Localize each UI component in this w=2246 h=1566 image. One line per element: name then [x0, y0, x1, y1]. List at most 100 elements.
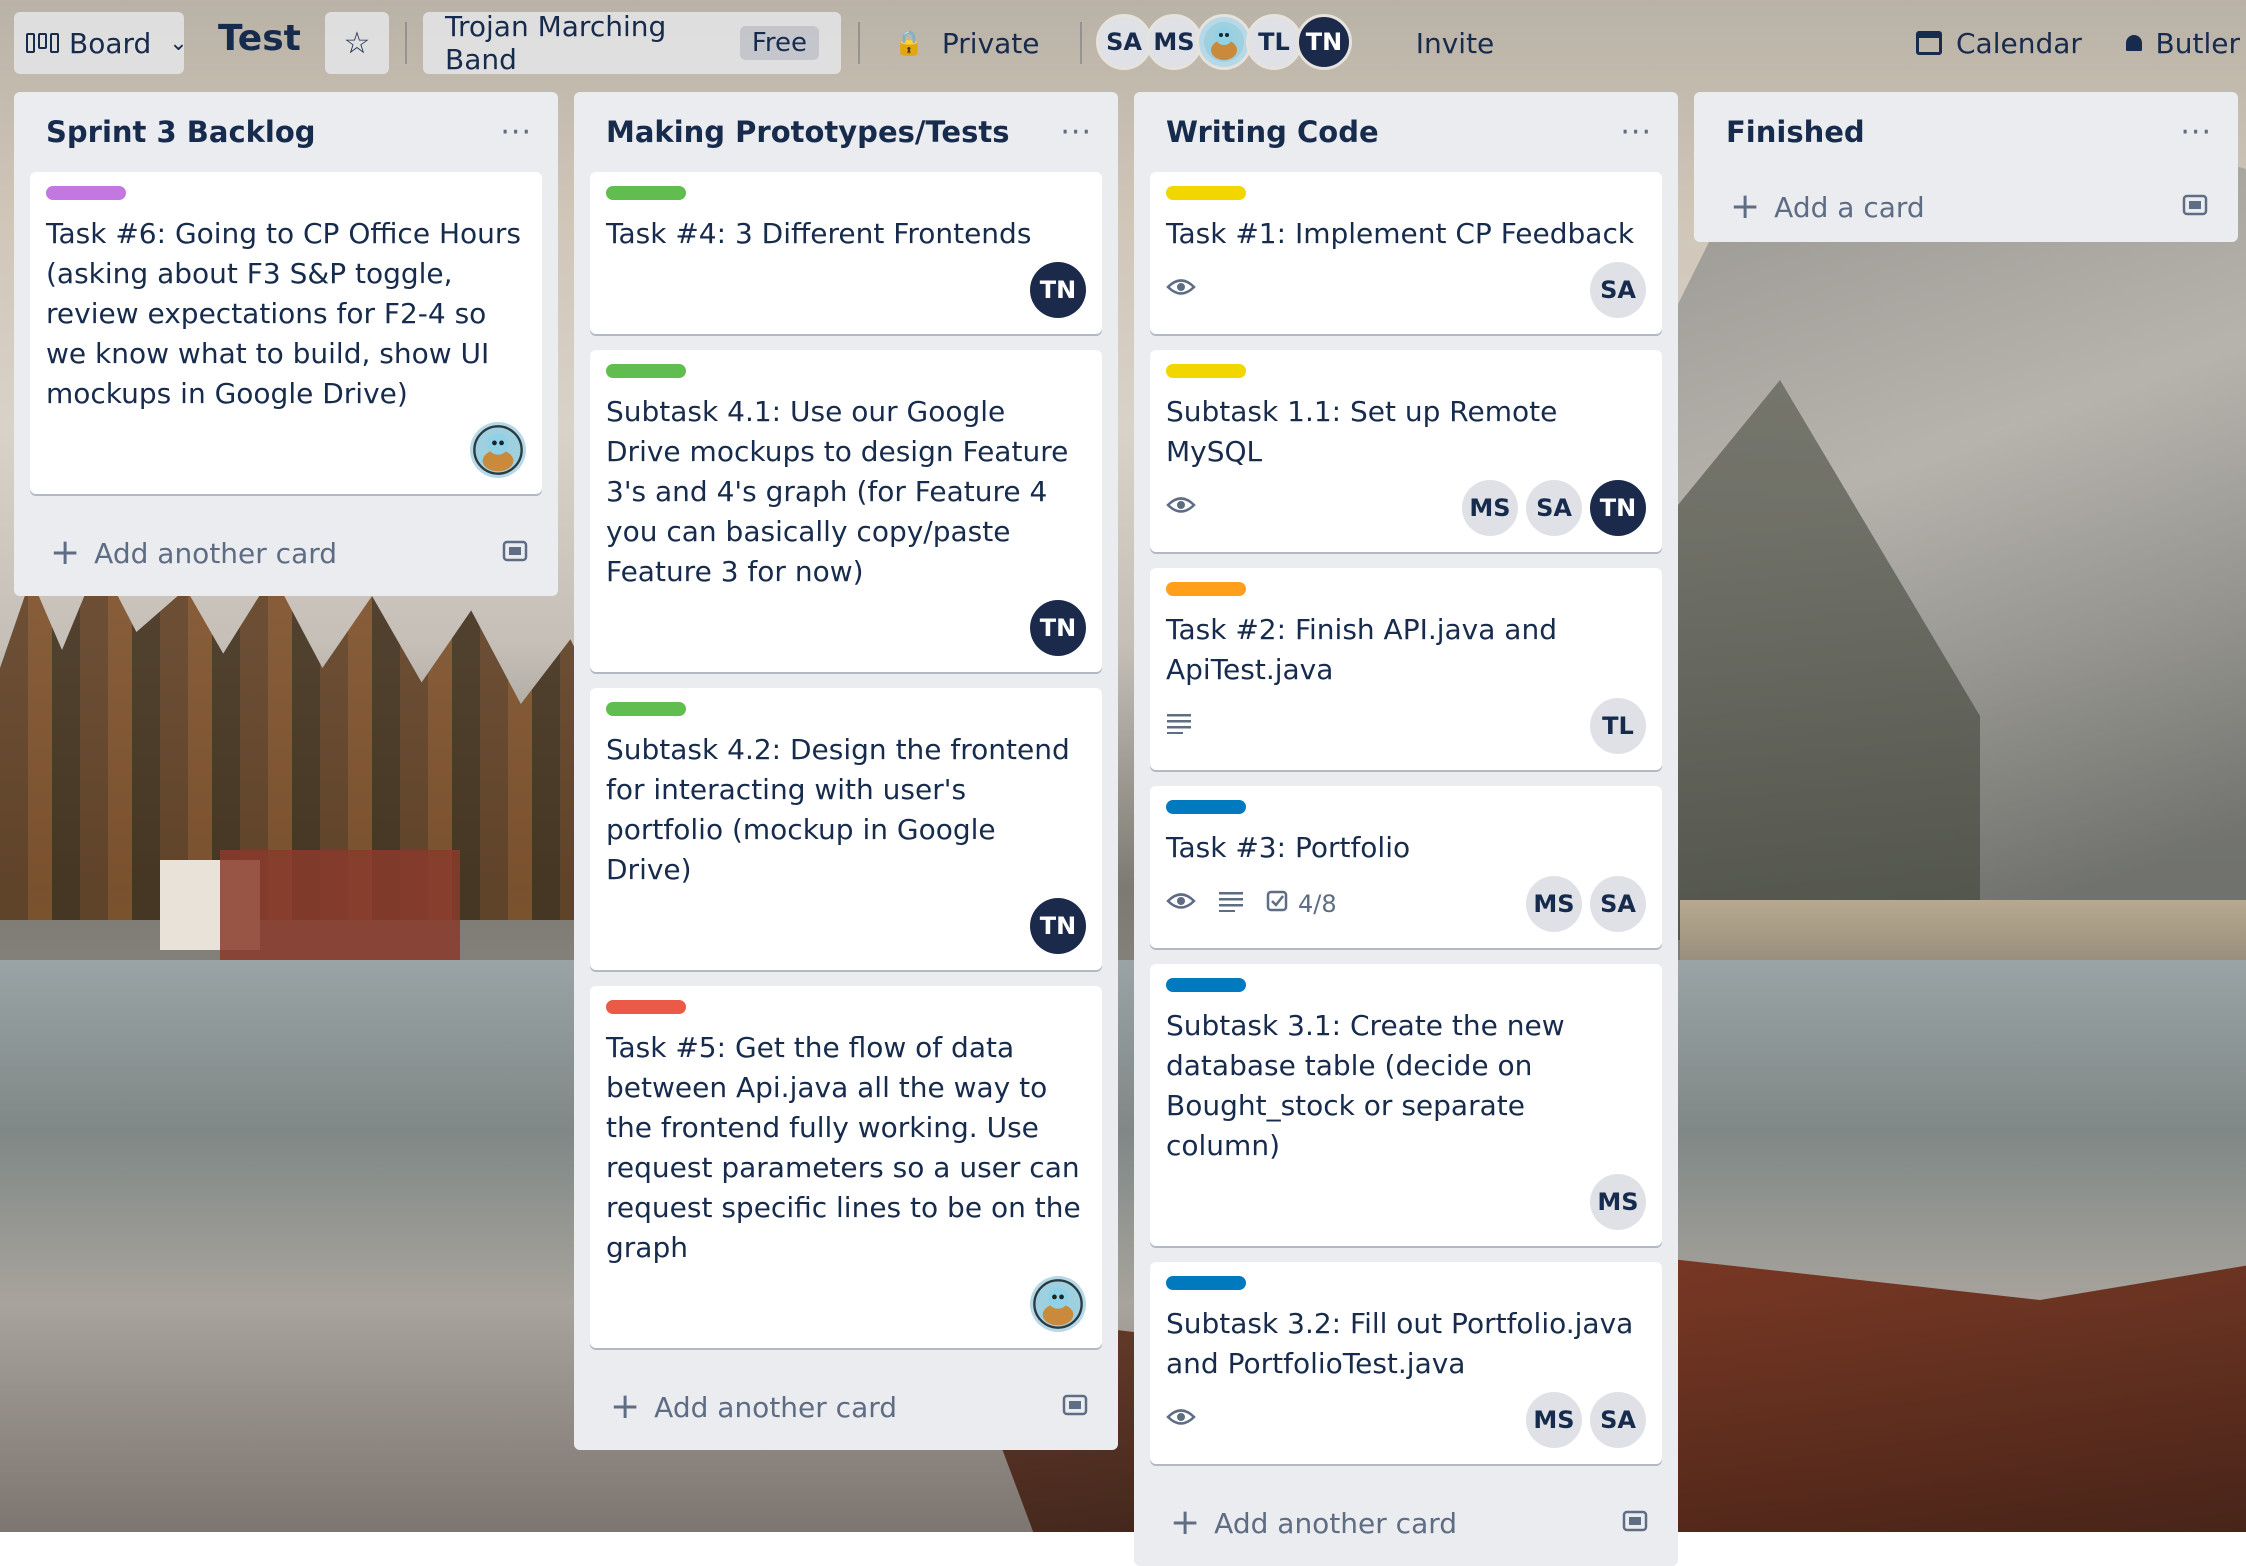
member-avatar[interactable] — [1196, 14, 1252, 70]
card-label[interactable] — [1166, 978, 1246, 992]
team-button[interactable]: Trojan Marching Band Free — [423, 10, 841, 76]
card-template-icon[interactable] — [502, 537, 528, 570]
plan-badge: Free — [739, 26, 819, 60]
card-label[interactable] — [1166, 800, 1246, 814]
card-footer: MS SA — [1166, 1392, 1646, 1448]
board-members: SA MS TL TN — [1096, 14, 1352, 72]
board-title[interactable]: Test — [218, 18, 301, 59]
member-avatar[interactable]: TN — [1030, 600, 1086, 656]
card-label[interactable] — [1166, 1276, 1246, 1290]
card-title: Subtask 3.2: Fill out Portfolio.java and… — [1166, 1307, 1634, 1380]
card-template-icon[interactable] — [1622, 1507, 1648, 1540]
card[interactable]: Subtask 3.2: Fill out Portfolio.java and… — [1150, 1262, 1662, 1464]
list-header: Finished ··· — [1694, 92, 2238, 172]
list-finished: Finished ··· + Add a card — [1694, 92, 2238, 242]
more-icon[interactable]: ··· — [1060, 115, 1092, 150]
member-avatar[interactable]: SA — [1590, 262, 1646, 318]
checklist-count: 4/8 — [1298, 890, 1337, 918]
card-footer: SA — [1166, 262, 1646, 318]
butler-button[interactable]: Butler — [2120, 12, 2246, 74]
card[interactable]: Subtask 4.1: Use our Google Drive mockup… — [590, 350, 1102, 672]
description-icon — [1166, 712, 1192, 740]
list-title[interactable]: Writing Code — [1166, 115, 1379, 149]
list-title[interactable]: Making Prototypes/Tests — [606, 115, 1009, 149]
member-avatar[interactable]: MS — [1526, 1392, 1582, 1448]
member-avatar[interactable] — [470, 422, 526, 478]
butler-label: Butler — [2155, 26, 2240, 60]
member-avatar[interactable]: MS — [1526, 876, 1582, 932]
card-label[interactable] — [1166, 582, 1246, 596]
board-icon — [26, 33, 59, 53]
card-members: SA — [1590, 262, 1646, 318]
list-writing-code: Writing Code ··· Task #1: Implement CP Fee… — [1134, 92, 1678, 1566]
member-avatar[interactable]: TN — [1296, 14, 1352, 70]
card-footer: TN — [606, 262, 1086, 318]
board-view-switcher[interactable]: Board ⌄ — [14, 12, 188, 74]
add-card-button[interactable]: + Add another card — [14, 510, 558, 596]
member-avatar[interactable]: MS — [1146, 14, 1202, 70]
member-avatar[interactable]: TN — [1030, 898, 1086, 954]
member-avatar[interactable]: SA — [1590, 1392, 1646, 1448]
more-icon[interactable]: ··· — [1620, 115, 1652, 150]
list-title[interactable]: Finished — [1726, 115, 1865, 149]
card-label[interactable] — [1166, 364, 1246, 378]
card[interactable]: Subtask 4.2: Design the frontend for int… — [590, 688, 1102, 970]
more-icon[interactable]: ··· — [500, 115, 532, 150]
card-footer: TL — [1166, 698, 1646, 754]
card-template-icon[interactable] — [2182, 191, 2208, 224]
card-footer: TN — [606, 600, 1086, 656]
card[interactable]: Task #4: 3 Different Frontends TN — [590, 172, 1102, 334]
card[interactable]: Task #1: Implement CP Feedback SA — [1150, 172, 1662, 334]
member-avatar[interactable]: SA — [1526, 480, 1582, 536]
list-making-prototypes-tests: Making Prototypes/Tests ··· Task #4: 3 Dif… — [574, 92, 1118, 1450]
list-title[interactable]: Sprint 3 Backlog — [46, 115, 316, 149]
card-badges — [1166, 1406, 1196, 1434]
board-view-label: Board — [69, 26, 152, 60]
card[interactable]: Task #3: Portfolio 4/8 MS SA — [1150, 786, 1662, 948]
star-board-button[interactable]: ☆ — [325, 12, 389, 74]
invite-button[interactable]: Invite — [1390, 12, 1520, 74]
card[interactable]: Task #5: Get the flow of data between Ap… — [590, 986, 1102, 1348]
card-template-icon[interactable] — [1062, 1391, 1088, 1424]
member-avatar[interactable]: MS — [1462, 480, 1518, 536]
card-label[interactable] — [606, 364, 686, 378]
card-badges — [1166, 276, 1196, 304]
member-avatar[interactable]: TN — [1030, 262, 1086, 318]
add-card-button[interactable]: + Add another card — [574, 1364, 1118, 1450]
member-avatar[interactable]: SA — [1590, 876, 1646, 932]
card-title: Task #6: Going to CP Office Hours (askin… — [46, 217, 521, 410]
checklist-icon — [1266, 890, 1288, 918]
plus-icon: + — [1170, 1502, 1201, 1543]
list-header: Sprint 3 Backlog ··· — [14, 92, 558, 172]
member-avatar[interactable]: TN — [1590, 480, 1646, 536]
calendar-button[interactable]: Calendar — [1910, 12, 2100, 74]
card-footer: TN — [606, 898, 1086, 954]
member-avatar[interactable]: TL — [1246, 14, 1302, 70]
more-icon[interactable]: ··· — [2180, 115, 2212, 150]
card[interactable]: Task #6: Going to CP Office Hours (askin… — [30, 172, 542, 494]
member-avatar[interactable]: TL — [1590, 698, 1646, 754]
card-label[interactable] — [46, 186, 126, 200]
card[interactable]: Subtask 1.1: Set up Remote MySQL MS SA TN — [1150, 350, 1662, 552]
add-card-label: Add another card — [654, 1390, 898, 1424]
checklist-badge: 4/8 — [1266, 890, 1337, 918]
card[interactable]: Task #2: Finish API.java and ApiTest.jav… — [1150, 568, 1662, 770]
list-header: Making Prototypes/Tests ··· — [574, 92, 1118, 172]
add-card-button[interactable]: + Add a card — [1694, 172, 2238, 242]
visibility-button[interactable]: 🔒 Private — [880, 12, 1080, 74]
card-label[interactable] — [606, 1000, 686, 1014]
card-label[interactable] — [606, 702, 686, 716]
add-card-left: + Add a card — [1730, 189, 1925, 225]
card-members: TN — [1030, 898, 1086, 954]
card-title: Subtask 1.1: Set up Remote MySQL — [1166, 395, 1558, 468]
card-footer — [606, 1276, 1086, 1332]
add-card-left: + Add another card — [1170, 1502, 1457, 1543]
card-label[interactable] — [1166, 186, 1246, 200]
member-avatar[interactable]: SA — [1096, 14, 1152, 70]
card-label[interactable] — [606, 186, 686, 200]
card[interactable]: Subtask 3.1: Create the new database tab… — [1150, 964, 1662, 1246]
member-avatar[interactable]: MS — [1590, 1174, 1646, 1230]
member-avatar[interactable] — [1030, 1276, 1086, 1332]
calendar-icon — [1916, 31, 1942, 55]
add-card-button[interactable]: + Add another card — [1134, 1480, 1678, 1566]
